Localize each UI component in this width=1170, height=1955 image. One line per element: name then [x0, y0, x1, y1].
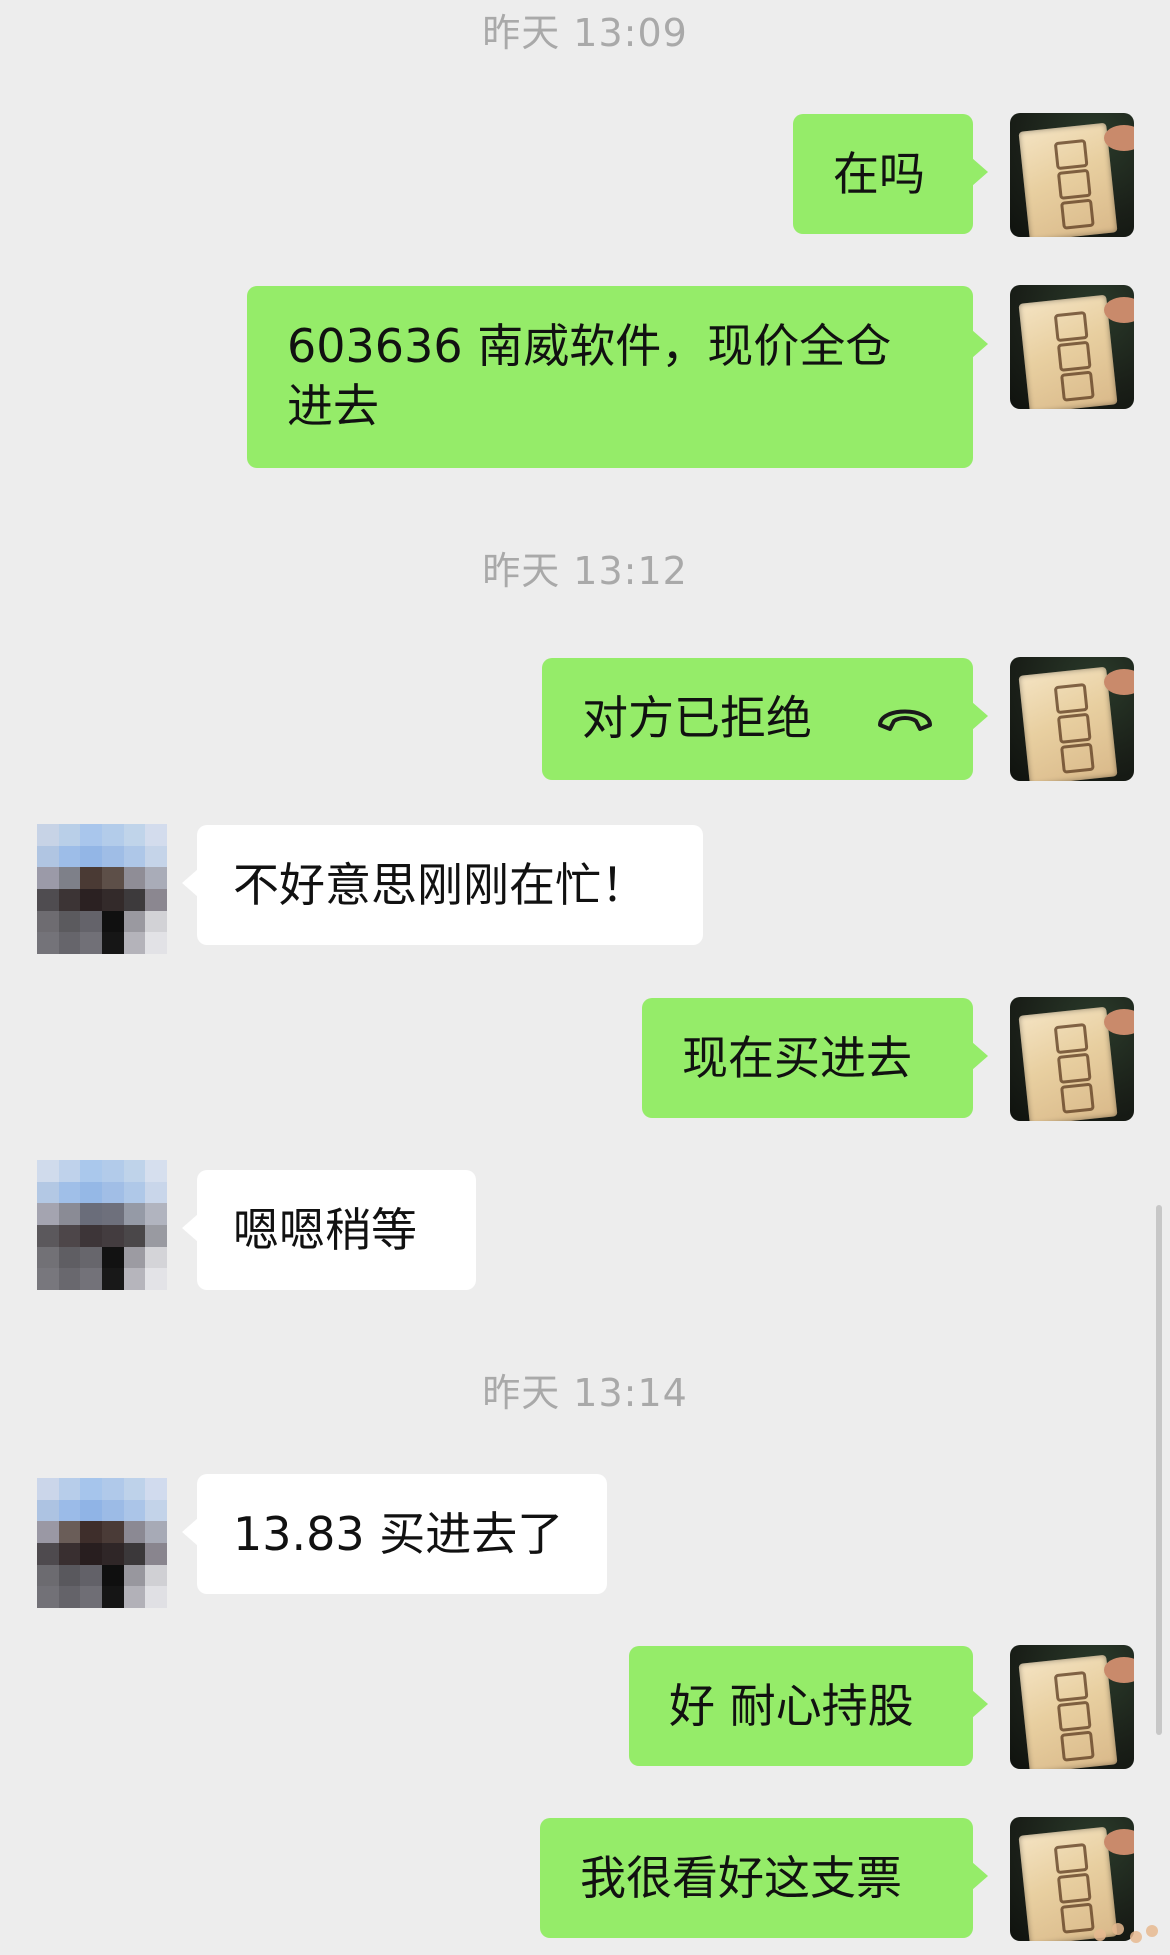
avatar[interactable] [1010, 285, 1134, 409]
contact-avatar[interactable] [37, 824, 167, 954]
message-text: 我很看好这支票 [580, 1851, 902, 1905]
chat-window[interactable]: 昨天 13:09 在吗 603636 南威软件，现价全仓进去 昨天 13:12 … [0, 0, 1170, 1955]
avatar[interactable] [1010, 997, 1134, 1121]
message-bubble-outgoing[interactable]: 现在买进去 [642, 998, 988, 1118]
message-text: 在吗 [833, 147, 925, 201]
message-text: 不好意思刚刚在忙！ [233, 858, 647, 912]
message-text: 对方已拒绝 [582, 691, 812, 745]
message-text: 嗯嗯稍等 [233, 1203, 417, 1257]
call-record-bubble[interactable]: 对方已拒绝 [542, 658, 988, 780]
contact-avatar[interactable] [37, 1478, 167, 1608]
avatar[interactable] [1010, 1645, 1134, 1769]
message-bubble-incoming[interactable]: 嗯嗯稍等 [182, 1170, 476, 1290]
message-bubble-outgoing[interactable]: 603636 南威软件，现价全仓进去 [247, 286, 988, 468]
message-bubble-outgoing[interactable]: 我很看好这支票 [540, 1818, 988, 1938]
message-bubble-outgoing[interactable]: 好 耐心持股 [629, 1646, 988, 1766]
avatar[interactable] [1010, 113, 1134, 237]
message-text: 好 耐心持股 [669, 1679, 914, 1733]
message-bubble-outgoing[interactable]: 在吗 [793, 114, 988, 234]
message-bubble-incoming[interactable]: 不好意思刚刚在忙！ [182, 825, 703, 945]
timestamp: 昨天 13:14 [482, 1371, 688, 1415]
timestamp: 昨天 13:09 [482, 11, 688, 55]
watermark-dots [1094, 1917, 1164, 1947]
avatar[interactable] [1010, 657, 1134, 781]
timestamp: 昨天 13:12 [482, 549, 688, 593]
message-text: 现在买进去 [682, 1031, 912, 1085]
message-bubble-incoming[interactable]: 13.83 买进去了 [182, 1474, 607, 1594]
scrollbar[interactable] [1156, 1205, 1162, 1735]
phone-hangup-icon [878, 709, 932, 731]
contact-avatar[interactable] [37, 1160, 167, 1290]
message-text: 603636 南威软件，现价全仓进去 [287, 319, 892, 433]
message-text: 13.83 买进去了 [233, 1507, 564, 1561]
